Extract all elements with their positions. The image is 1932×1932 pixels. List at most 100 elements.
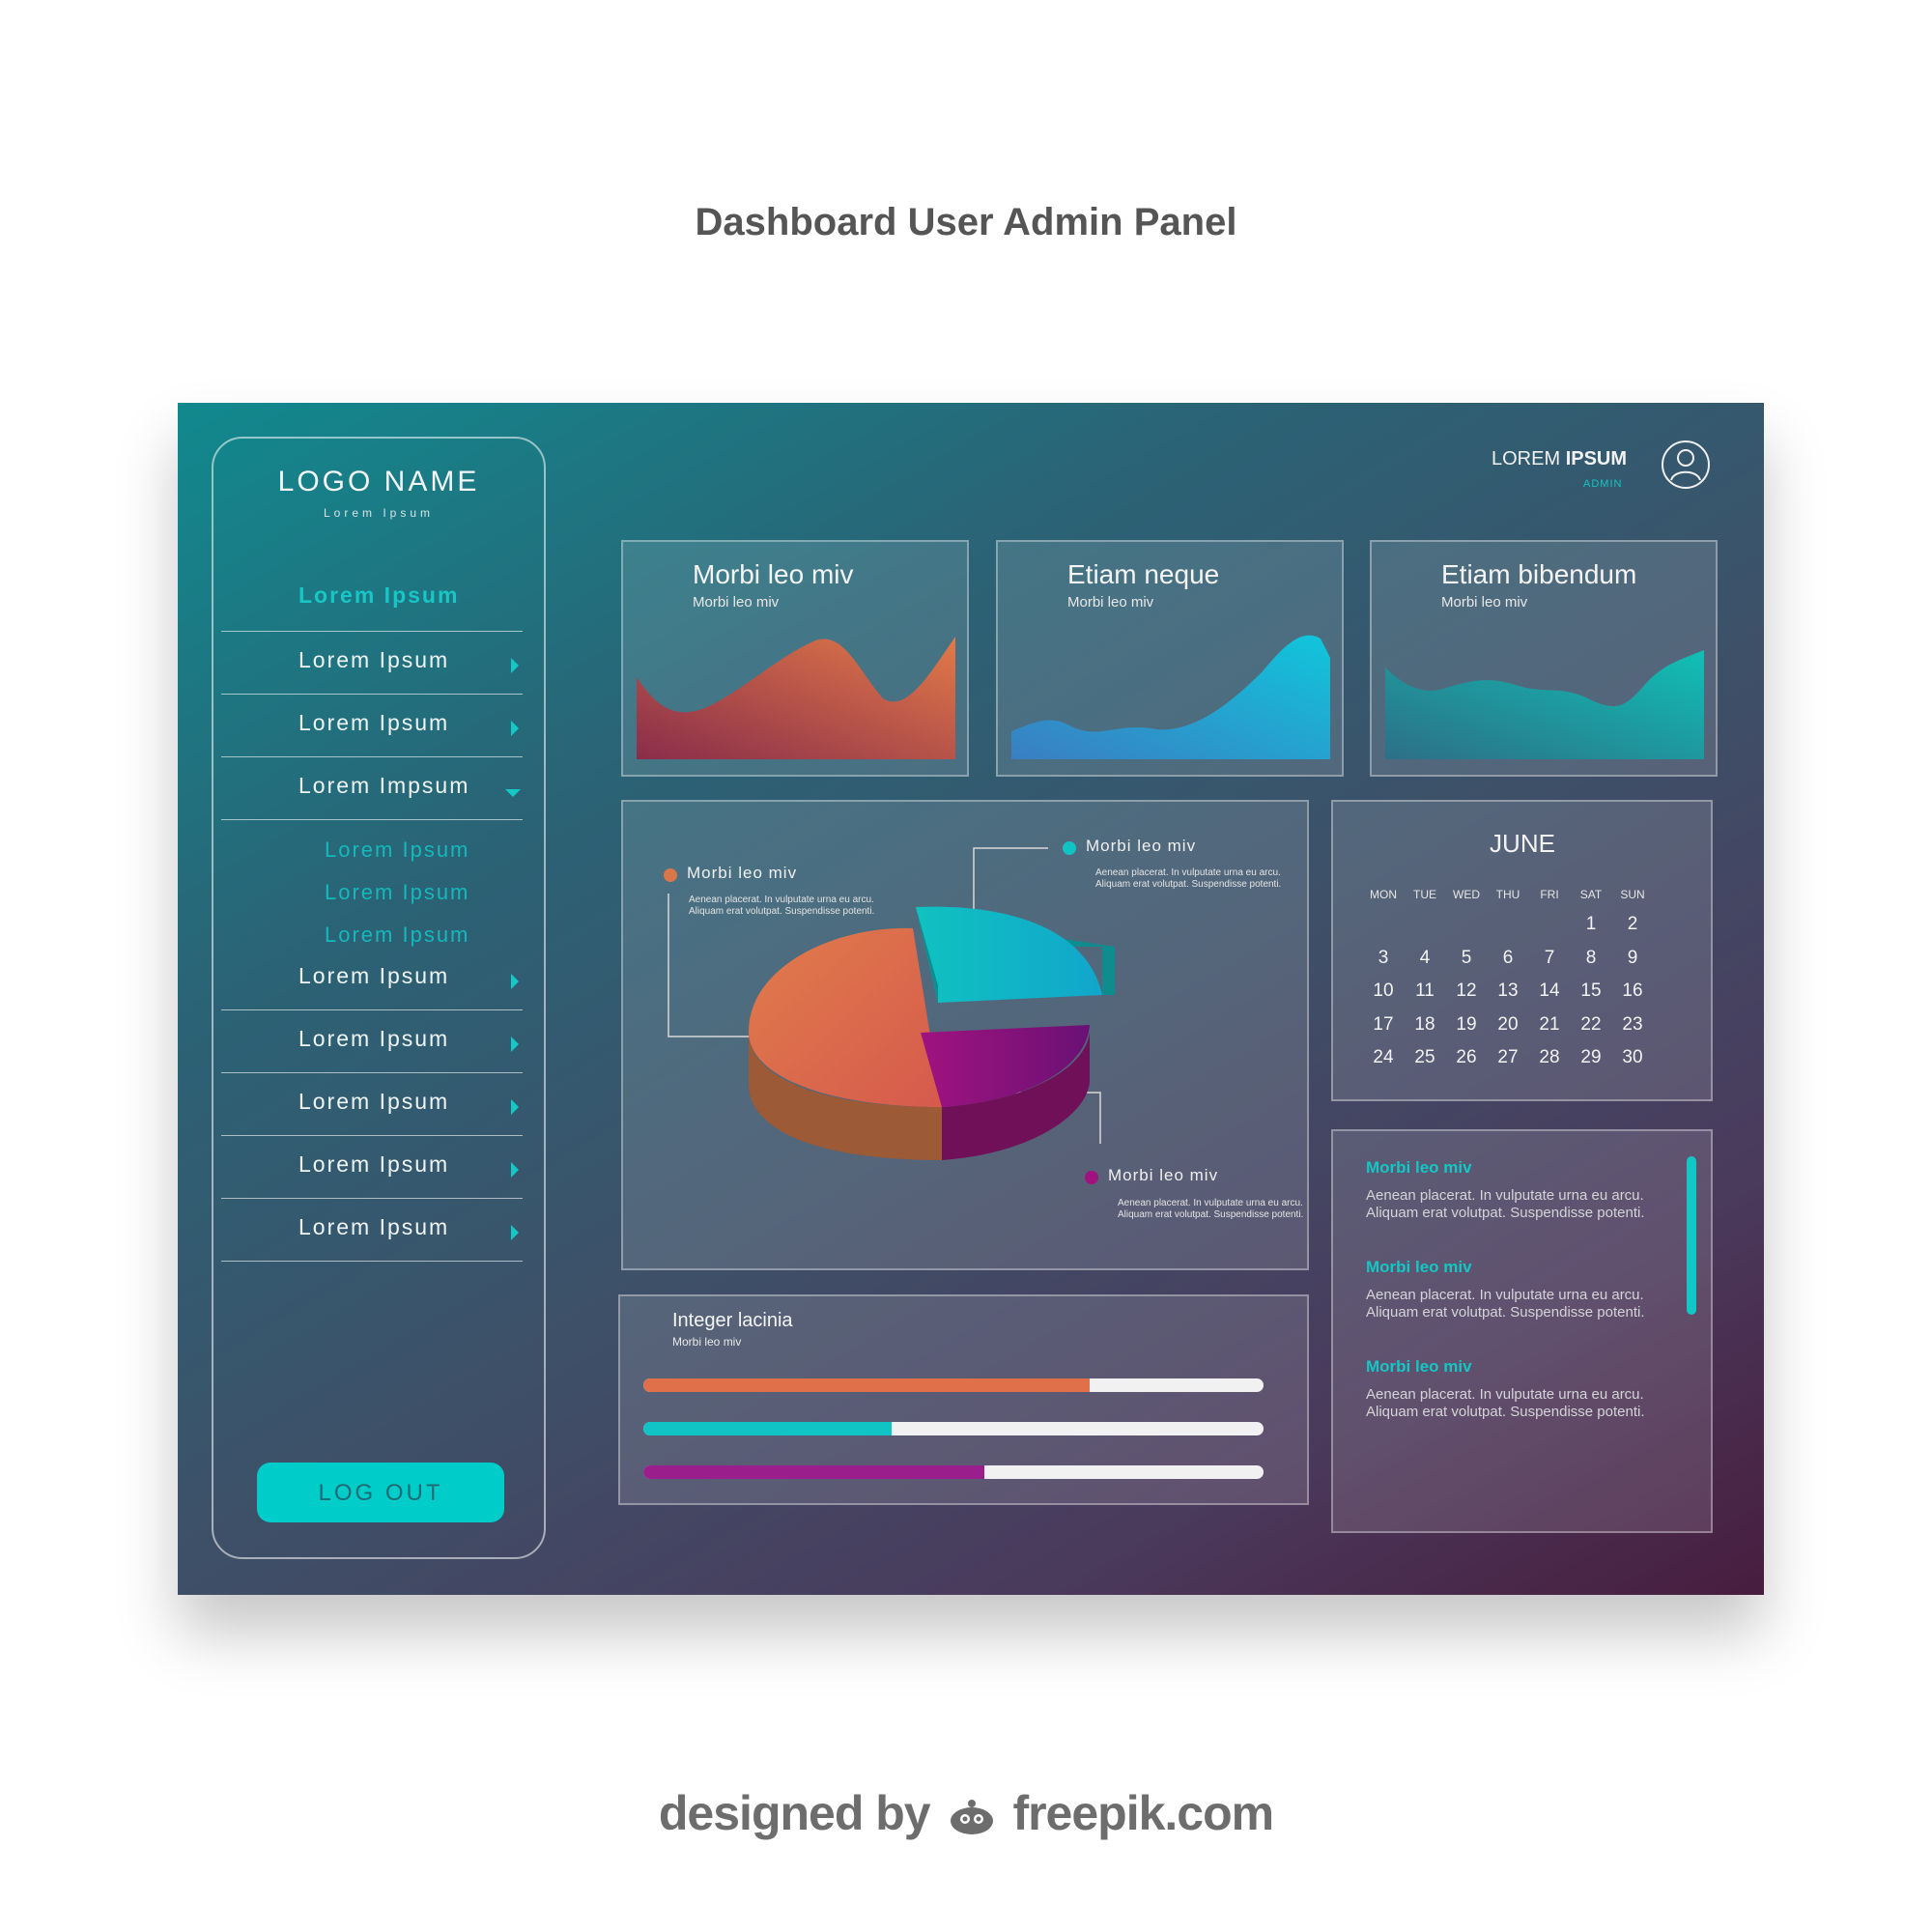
sidebar-item-label: Lorem Ipsum	[298, 710, 450, 735]
calendar-day[interactable]: 15	[1570, 980, 1612, 1002]
message-text: Aenean placerat. In vulputate urna eu ar…	[1366, 1386, 1645, 1420]
area-chart	[637, 637, 955, 759]
pie-legend-label: Morbi leo miv	[1086, 837, 1197, 855]
sidebar-item[interactable]: Lorem Ipsum	[221, 948, 523, 1010]
calendar-day[interactable]: 4	[1404, 948, 1446, 969]
sidebar-item-label: Lorem Ipsum	[298, 582, 460, 608]
messages-panel: Morbi leo miv Aenean placerat. In vulput…	[1331, 1129, 1713, 1533]
calendar-weekday: WED	[1453, 888, 1480, 901]
calendar-day[interactable]: 23	[1611, 1014, 1654, 1036]
user-name-light: LOREM	[1492, 448, 1561, 469]
chevron-right-icon	[511, 974, 519, 989]
pie-chart-card: Morbi leo miv Aenean placerat. In vulput…	[621, 800, 1309, 1270]
calendar-day[interactable]: 28	[1528, 1047, 1571, 1068]
chevron-right-icon	[511, 1037, 519, 1052]
calendar-day[interactable]: 10	[1362, 980, 1405, 1002]
progress-fill	[643, 1378, 1091, 1392]
calendar-day[interactable]: 14	[1528, 980, 1571, 1002]
calendar-day[interactable]: 13	[1487, 980, 1529, 1002]
sidebar-item[interactable]: Lorem Ipsum	[221, 1199, 523, 1262]
calendar-month: JUNE	[1490, 829, 1555, 858]
card-subtitle: Morbi leo miv	[672, 1335, 742, 1349]
logout-button[interactable]: LOG OUT	[257, 1463, 504, 1522]
user-icon[interactable]	[1661, 440, 1711, 495]
sidebar-item[interactable]: Lorem Ipsum	[221, 1010, 523, 1073]
submenu-item[interactable]: Lorem Ipsum	[325, 923, 469, 948]
sidebar-item-label: Lorem Impsum	[298, 773, 470, 798]
calendar: JUNE MON TUE WED THU FRI SAT SUN 1 2 3 4 5 6 7 8 9 10 11 1…	[1331, 800, 1713, 1101]
card-title: Integer lacinia	[672, 1310, 793, 1331]
calendar-day[interactable]: 9	[1611, 948, 1654, 969]
calendar-day[interactable]: 19	[1445, 1014, 1488, 1036]
calendar-day[interactable]: 26	[1445, 1047, 1488, 1068]
chevron-down-icon	[505, 789, 521, 797]
message-text: Aenean placerat. In vulputate urna eu ar…	[1366, 1187, 1645, 1221]
card-title: Etiam neque	[1067, 559, 1220, 589]
calendar-day[interactable]: 6	[1487, 948, 1529, 969]
pie-legend-label: Morbi leo miv	[1108, 1166, 1219, 1184]
calendar-day[interactable]: 22	[1570, 1014, 1612, 1036]
calendar-day[interactable]: 30	[1611, 1047, 1654, 1068]
sidebar-item[interactable]: Lorem Ipsum	[221, 695, 523, 757]
calendar-day[interactable]: 20	[1487, 1014, 1529, 1036]
calendar-weekday: MON	[1370, 888, 1397, 901]
calendar-day[interactable]: 5	[1445, 948, 1488, 969]
sidebar-item-active[interactable]: Lorem Ipsum	[221, 565, 523, 632]
calendar-day[interactable]: 3	[1362, 948, 1405, 969]
message-text: Aenean placerat. In vulputate urna eu ar…	[1366, 1287, 1645, 1321]
legend-dot	[1085, 1171, 1098, 1184]
user-name-bold: IPSUM	[1565, 448, 1628, 469]
calendar-day[interactable]: 21	[1528, 1014, 1571, 1036]
scrollbar[interactable]	[1687, 1156, 1696, 1315]
message-title: Morbi leo miv	[1366, 1258, 1472, 1276]
progress-bar	[643, 1465, 1264, 1479]
area-chart	[1385, 650, 1704, 759]
message-title: Morbi leo miv	[1366, 1357, 1472, 1376]
sidebar-item[interactable]: Lorem Ipsum	[221, 1136, 523, 1199]
submenu-item[interactable]: Lorem Ipsum	[325, 880, 469, 905]
calendar-day[interactable]: 7	[1528, 948, 1571, 969]
sidebar-item-label: Lorem Ipsum	[298, 647, 450, 672]
stat-card: Etiam neque Morbi leo miv	[996, 540, 1344, 777]
calendar-day[interactable]: 18	[1404, 1014, 1446, 1036]
calendar-day[interactable]: 24	[1362, 1047, 1405, 1068]
calendar-day[interactable]: 2	[1611, 914, 1654, 935]
calendar-weekday: THU	[1495, 888, 1520, 901]
calendar-day[interactable]: 11	[1404, 980, 1446, 1002]
calendar-day[interactable]: 27	[1487, 1047, 1529, 1068]
chevron-right-icon	[511, 658, 519, 673]
sidebar-item-expanded[interactable]: Lorem Impsum	[221, 757, 523, 820]
card-title: Morbi leo miv	[693, 559, 854, 589]
sidebar-item-label: Lorem Ipsum	[298, 1214, 450, 1239]
legend-dot	[1063, 841, 1076, 855]
progress-fill	[643, 1465, 985, 1479]
sidebar-item-label: Lorem Ipsum	[298, 1026, 450, 1051]
calendar-day[interactable]: 25	[1404, 1047, 1446, 1068]
calendar-weekday: SAT	[1579, 888, 1603, 901]
pie-legend-label: Morbi leo miv	[687, 864, 798, 882]
sidebar-item[interactable]: Lorem Ipsum	[221, 632, 523, 695]
progress-bar	[643, 1378, 1264, 1392]
sidebar-submenu: Lorem Ipsum Lorem Ipsum Lorem Ipsum	[221, 820, 523, 948]
pie-legend-text: Aenean placerat. In vulputate urna eu ar…	[689, 895, 875, 917]
sidebar-item[interactable]: Lorem Ipsum	[221, 1073, 523, 1136]
card-subtitle: Morbi leo miv	[693, 594, 780, 611]
chevron-right-icon	[511, 1099, 519, 1115]
calendar-weekday: SUN	[1620, 888, 1645, 901]
footer-prefix: designed by	[658, 1786, 931, 1840]
calendar-day[interactable]: 16	[1611, 980, 1654, 1002]
stat-card: Morbi leo miv Morbi leo miv	[621, 540, 969, 777]
calendar-day[interactable]: 17	[1362, 1014, 1405, 1036]
calendar-day[interactable]: 29	[1570, 1047, 1612, 1068]
footer-brand: freepik.com	[1012, 1786, 1274, 1840]
calendar-day[interactable]: 8	[1570, 948, 1612, 969]
calendar-day[interactable]: 1	[1570, 914, 1612, 935]
chevron-right-icon	[511, 1162, 519, 1178]
sidebar-nav: Lorem Ipsum Lorem Ipsum Lorem Ipsum Lore…	[221, 565, 523, 1262]
logo-subtitle: Lorem Ipsum	[323, 506, 435, 520]
calendar-day[interactable]: 12	[1445, 980, 1488, 1002]
stat-card: Etiam bibendum Morbi leo miv	[1370, 540, 1718, 777]
footer-credit: designed by freepik.com	[0, 1785, 1932, 1841]
sidebar: LOGO NAME Lorem Ipsum Lorem Ipsum Lorem …	[212, 437, 546, 1559]
submenu-item[interactable]: Lorem Ipsum	[325, 838, 469, 863]
